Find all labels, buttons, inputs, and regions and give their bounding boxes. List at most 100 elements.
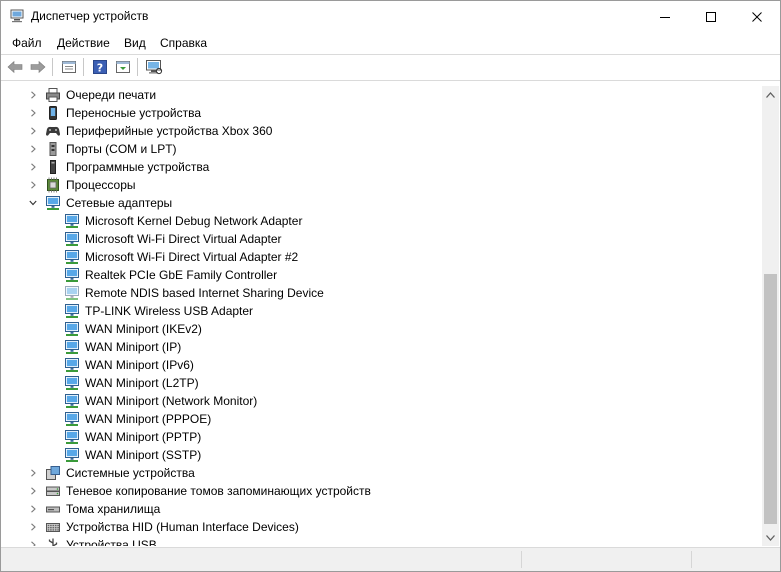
tree-device-row[interactable]: Realtek PCIe GbE Family Controller [1, 266, 762, 284]
expand-chevron[interactable] [28, 180, 38, 190]
tree-node-label: WAN Miniport (IPv6) [85, 358, 194, 372]
menu-action[interactable]: Действие [57, 35, 110, 51]
tree-category-row[interactable]: Программные устройства [1, 158, 762, 176]
tree-device-row[interactable]: WAN Miniport (IPv6) [1, 356, 762, 374]
tree-category-row[interactable]: Устройства HID (Human Interface Devices) [1, 518, 762, 536]
tree-device-row[interactable]: Microsoft Kernel Debug Network Adapter [1, 212, 762, 230]
scroll-up-button[interactable] [762, 86, 779, 103]
collapse-chevron[interactable] [28, 198, 38, 208]
tree-device-row[interactable]: WAN Miniport (IP) [1, 338, 762, 356]
tree-node-label: WAN Miniport (SSTP) [85, 448, 202, 462]
expand-chevron[interactable] [28, 108, 38, 118]
toolbar: ? [1, 55, 780, 81]
scroll-down-button[interactable] [762, 529, 779, 546]
tree-node-label: WAN Miniport (L2TP) [85, 376, 199, 390]
menu-view[interactable]: Вид [124, 35, 146, 51]
tree-category-row[interactable]: Переносные устройства [1, 104, 762, 122]
tree-node-label: WAN Miniport (IKEv2) [85, 322, 202, 336]
cpu-icon [47, 177, 59, 193]
tree-category-row[interactable]: Процессоры [1, 176, 762, 194]
expand-chevron[interactable] [28, 144, 38, 154]
tree-device-row[interactable]: Microsoft Wi-Fi Direct Virtual Adapter #… [1, 248, 762, 266]
tree-category-row[interactable]: Системные устройства [1, 464, 762, 482]
chevron-down-icon [766, 534, 775, 541]
tree-node-label: Очереди печати [66, 88, 157, 102]
device-manager-app-icon [10, 9, 24, 23]
tree-category-row[interactable]: Очереди печати [1, 86, 762, 104]
tree-node-label: Порты (COM и LPT) [66, 142, 177, 156]
expand-chevron[interactable] [28, 540, 38, 546]
network-adapter-icon [65, 412, 79, 426]
status-pane-divider [521, 551, 522, 568]
tree-node-label: WAN Miniport (PPTP) [85, 430, 202, 444]
forward-button[interactable] [28, 57, 48, 77]
tree-node-label: Тома хранилища [66, 502, 161, 516]
tree-device-row[interactable]: Microsoft Wi-Fi Direct Virtual Adapter [1, 230, 762, 248]
port-icon [49, 142, 57, 156]
back-button[interactable] [5, 57, 25, 77]
scan-hardware-button[interactable] [144, 57, 164, 77]
tree-node-label: Переносные устройства [66, 106, 202, 120]
forward-arrow-icon [30, 60, 46, 74]
network-adapter-icon [65, 394, 79, 408]
tree-category-row[interactable]: Периферийные устройства Xbox 360 [1, 122, 762, 140]
tree-device-row[interactable]: WAN Miniport (L2TP) [1, 374, 762, 392]
device-tree[interactable]: Очереди печати Переносные устройства Периф… [1, 86, 762, 546]
expand-chevron[interactable] [28, 126, 38, 136]
network-adapter-icon [65, 286, 79, 300]
maximize-icon [706, 11, 716, 22]
expand-chevron[interactable] [28, 90, 38, 100]
tree-node-label: Программные устройства [66, 160, 210, 174]
chevron-right-icon [31, 505, 36, 513]
expand-chevron[interactable] [28, 486, 38, 496]
tree-node-label: Устройства USB [66, 538, 157, 546]
tree-device-row[interactable]: WAN Miniport (Network Monitor) [1, 392, 762, 410]
usb-icon [48, 538, 58, 546]
network-adapter-icon [65, 268, 79, 282]
update-driver-button[interactable] [113, 57, 133, 77]
network-adapter-icon [46, 196, 60, 210]
help-button[interactable]: ? [90, 57, 110, 77]
gamepad-icon [46, 126, 60, 136]
tree-category-row[interactable]: Порты (COM и LPT) [1, 140, 762, 158]
close-button[interactable] [734, 1, 780, 32]
tree-node-label: Microsoft Wi-Fi Direct Virtual Adapter [85, 232, 282, 246]
tree-device-row[interactable]: Remote NDIS based Internet Sharing Devic… [1, 284, 762, 302]
expand-chevron[interactable] [28, 468, 38, 478]
properties-button[interactable] [59, 57, 79, 77]
tree-device-row[interactable]: TP-LINK Wireless USB Adapter [1, 302, 762, 320]
tree-category-row[interactable]: Сетевые адаптеры [1, 194, 762, 212]
chevron-right-icon [31, 181, 36, 189]
tree-category-row[interactable]: Устройства USB [1, 536, 762, 546]
update-driver-icon [116, 61, 130, 73]
tree-node-label: Microsoft Wi-Fi Direct Virtual Adapter #… [85, 250, 299, 264]
window-title: Диспетчер устройств [31, 9, 149, 23]
expand-chevron[interactable] [28, 162, 38, 172]
tree-device-row[interactable]: WAN Miniport (PPPOE) [1, 410, 762, 428]
title-bar[interactable]: Диспетчер устройств [1, 1, 780, 32]
chevron-right-icon [31, 523, 36, 531]
expand-chevron[interactable] [28, 522, 38, 532]
printer-icon [46, 88, 60, 102]
volume-shadow-icon [46, 486, 60, 496]
tree-device-row[interactable]: WAN Miniport (PPTP) [1, 428, 762, 446]
chevron-right-icon [31, 541, 36, 546]
software-device-icon [50, 160, 56, 174]
vertical-scrollbar[interactable] [762, 86, 779, 546]
expand-chevron[interactable] [28, 504, 38, 514]
menu-help[interactable]: Справка [160, 35, 207, 51]
tree-node-label: Периферийные устройства Xbox 360 [66, 124, 273, 138]
minimize-button[interactable] [642, 1, 688, 32]
tree-category-row[interactable]: Тома хранилища [1, 500, 762, 518]
scroll-thumb[interactable] [764, 274, 777, 524]
maximize-button[interactable] [688, 1, 734, 32]
toolbar-separator [137, 58, 138, 76]
chevron-right-icon [31, 163, 36, 171]
tree-device-row[interactable]: WAN Miniport (IKEv2) [1, 320, 762, 338]
tree-category-row[interactable]: Теневое копирование томов запоминающих у… [1, 482, 762, 500]
tree-device-row[interactable]: WAN Miniport (SSTP) [1, 446, 762, 464]
menu-file[interactable]: Файл [12, 35, 42, 51]
chevron-right-icon [31, 469, 36, 477]
network-adapter-icon [65, 322, 79, 336]
tree-node-label: Системные устройства [66, 466, 195, 480]
